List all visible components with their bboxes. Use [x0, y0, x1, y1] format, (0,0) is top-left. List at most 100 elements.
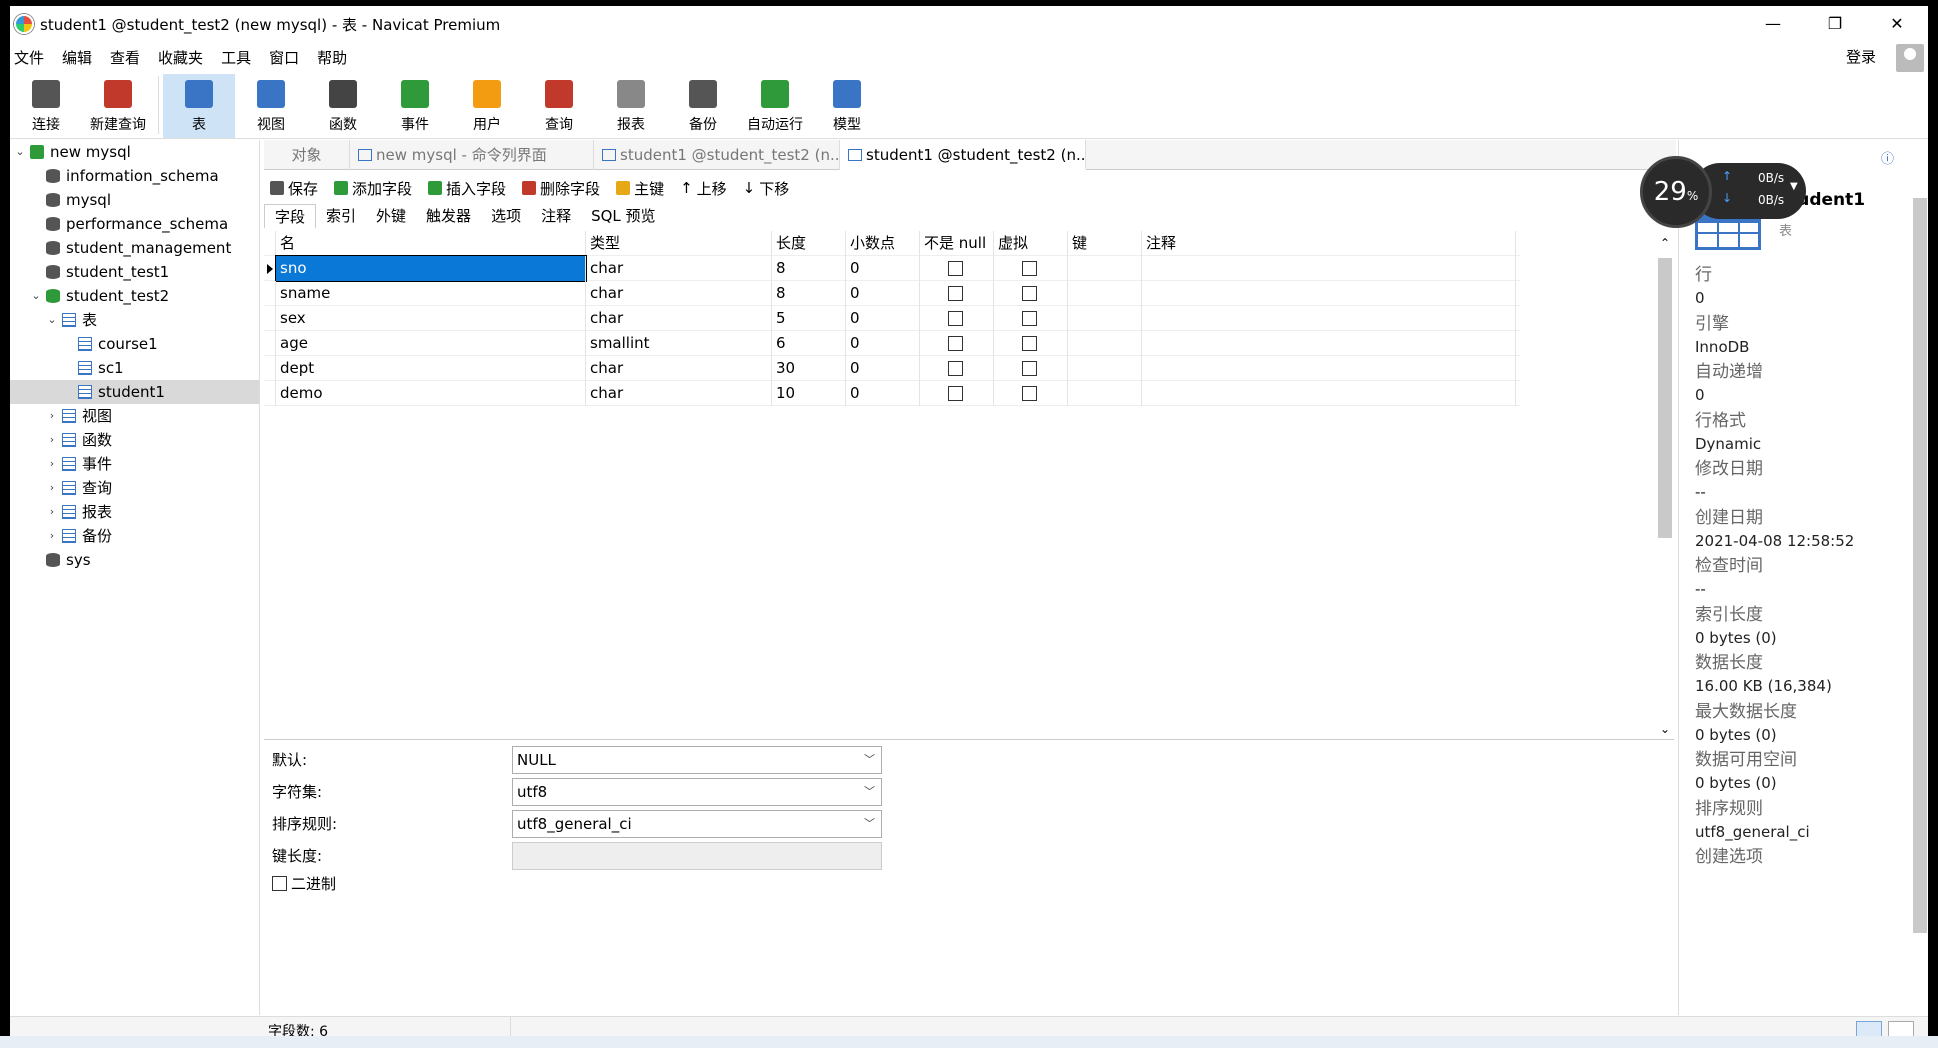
comment-cell[interactable]	[1142, 331, 1516, 356]
add-field-button[interactable]: 添加字段	[328, 178, 412, 199]
toolbar-view-button[interactable]: 视图	[235, 74, 307, 138]
insert-field-button[interactable]: 插入字段	[422, 178, 506, 199]
virtual-cell[interactable]	[994, 281, 1068, 306]
tree-item[interactable]: ⌄ student_test2	[10, 284, 259, 308]
login-button[interactable]: 登录	[1842, 46, 1890, 67]
charset-select[interactable]: utf8 ﹀	[512, 778, 882, 806]
not-null-cell[interactable]	[920, 356, 994, 381]
field-name-cell[interactable]: sname	[276, 281, 586, 306]
toolbar-new-query-button[interactable]: 新建查询	[82, 74, 154, 138]
field-decimals-cell[interactable]: 0	[846, 281, 920, 306]
tree-item[interactable]: sys	[10, 548, 259, 572]
toolbar-table-button[interactable]: 表	[163, 74, 235, 138]
virtual-cell[interactable]	[994, 256, 1068, 281]
tree-item[interactable]: performance_schema	[10, 212, 259, 236]
virtual-cell[interactable]	[994, 306, 1068, 331]
tab-table-data[interactable]: student1 @student_test2 (n...	[594, 140, 840, 170]
collapse-icon[interactable]: ›	[46, 476, 58, 500]
not-null-checkbox[interactable]	[948, 386, 963, 401]
not-null-checkbox[interactable]	[948, 361, 963, 376]
menu-tools[interactable]: 工具	[217, 47, 265, 68]
field-length-cell[interactable]: 30	[772, 356, 846, 381]
tab-table-design[interactable]: student1 @student_test2 (n...	[840, 140, 1086, 170]
key-cell[interactable]	[1068, 356, 1142, 381]
tree-item[interactable]: ⌄ new mysql	[10, 140, 259, 164]
not-null-checkbox[interactable]	[948, 286, 963, 301]
tree-item[interactable]: › 函数	[10, 428, 259, 452]
table-row[interactable]: sno char 8 0	[264, 255, 1520, 282]
subtab-foreign-keys[interactable]: 外键	[366, 204, 416, 228]
tab-command-line[interactable]: new mysql - 命令列界面	[350, 140, 594, 170]
row-marker[interactable]	[264, 381, 276, 406]
comment-cell[interactable]	[1142, 281, 1516, 306]
menu-file[interactable]: 文件	[10, 47, 58, 68]
virtual-checkbox[interactable]	[1022, 286, 1037, 301]
not-null-checkbox[interactable]	[948, 336, 963, 351]
field-name-cell[interactable]: sex	[276, 306, 586, 331]
row-marker[interactable]	[264, 331, 276, 356]
move-up-button[interactable]: ↑ 上移	[674, 178, 727, 199]
expand-icon[interactable]: ⌄	[14, 140, 26, 164]
col-decimals-header[interactable]: 小数点	[846, 231, 920, 256]
field-type-cell[interactable]: char	[586, 356, 772, 381]
maximize-button[interactable]: ❐	[1804, 6, 1866, 42]
expand-icon[interactable]: ⌄	[46, 308, 58, 332]
tree-item[interactable]: student_test1	[10, 260, 259, 284]
toolbar-automation-button[interactable]: 自动运行	[739, 74, 811, 138]
scroll-thumb[interactable]	[1658, 258, 1672, 538]
tree-item[interactable]: › 报表	[10, 500, 259, 524]
tree-item[interactable]: ⌄ 表	[10, 308, 259, 332]
tree-item[interactable]: course1	[10, 332, 259, 356]
minimize-button[interactable]: —	[1742, 6, 1804, 42]
tree-item[interactable]: › 备份	[10, 524, 259, 548]
primary-key-button[interactable]: 主键	[610, 178, 664, 199]
col-not-null-header[interactable]: 不是 null	[920, 231, 994, 256]
subtab-options[interactable]: 选项	[481, 204, 531, 228]
virtual-cell[interactable]	[994, 356, 1068, 381]
not-null-cell[interactable]	[920, 331, 994, 356]
tree-item[interactable]: sc1	[10, 356, 259, 380]
field-type-cell[interactable]: char	[586, 256, 772, 281]
menu-view[interactable]: 查看	[106, 47, 154, 68]
table-row[interactable]: age smallint 6 0	[264, 331, 1520, 356]
subtab-fields[interactable]: 字段	[264, 204, 317, 228]
row-marker[interactable]	[264, 281, 276, 306]
not-null-checkbox[interactable]	[948, 261, 963, 276]
menu-help[interactable]: 帮助	[313, 47, 361, 68]
field-decimals-cell[interactable]: 0	[846, 356, 920, 381]
col-name-header[interactable]: 名	[276, 231, 586, 256]
toolbar-model-button[interactable]: 模型	[811, 74, 883, 138]
col-virtual-header[interactable]: 虚拟	[994, 231, 1068, 256]
field-decimals-cell[interactable]: 0	[846, 306, 920, 331]
tree-item[interactable]: › 查询	[10, 476, 259, 500]
virtual-checkbox[interactable]	[1022, 261, 1037, 276]
toolbar-backup-button[interactable]: 备份	[667, 74, 739, 138]
avatar[interactable]	[1896, 44, 1924, 72]
tree-item[interactable]: mysql	[10, 188, 259, 212]
virtual-checkbox[interactable]	[1022, 311, 1037, 326]
row-marker[interactable]	[264, 306, 276, 331]
tree-item[interactable]: › 视图	[10, 404, 259, 428]
field-length-cell[interactable]: 8	[772, 256, 846, 281]
field-type-cell[interactable]: smallint	[586, 331, 772, 356]
menu-window[interactable]: 窗口	[265, 47, 313, 68]
subtab-sql-preview[interactable]: SQL 预览	[581, 204, 665, 228]
key-length-input[interactable]	[512, 842, 882, 870]
field-type-cell[interactable]: char	[586, 306, 772, 331]
collapse-icon[interactable]: ›	[46, 500, 58, 524]
not-null-checkbox[interactable]	[948, 311, 963, 326]
key-cell[interactable]	[1068, 256, 1142, 281]
info-scrollbar[interactable]	[1912, 178, 1928, 1015]
scroll-down-icon[interactable]: ⌄	[1660, 722, 1670, 736]
save-button[interactable]: 保存	[264, 178, 318, 199]
field-name-cell[interactable]: sno	[275, 255, 587, 282]
network-speed-widget[interactable]: ↑ 0B/s ↓ 0B/s ▼ 29%	[1640, 156, 1806, 228]
info-scroll-thumb[interactable]	[1913, 198, 1927, 933]
key-cell[interactable]	[1068, 381, 1142, 406]
field-name-cell[interactable]: dept	[276, 356, 586, 381]
field-length-cell[interactable]: 10	[772, 381, 846, 406]
scroll-up-icon[interactable]: ⌃	[1660, 236, 1670, 250]
table-row[interactable]: sname char 8 0	[264, 281, 1520, 306]
virtual-checkbox[interactable]	[1022, 386, 1037, 401]
row-marker[interactable]	[264, 256, 276, 281]
